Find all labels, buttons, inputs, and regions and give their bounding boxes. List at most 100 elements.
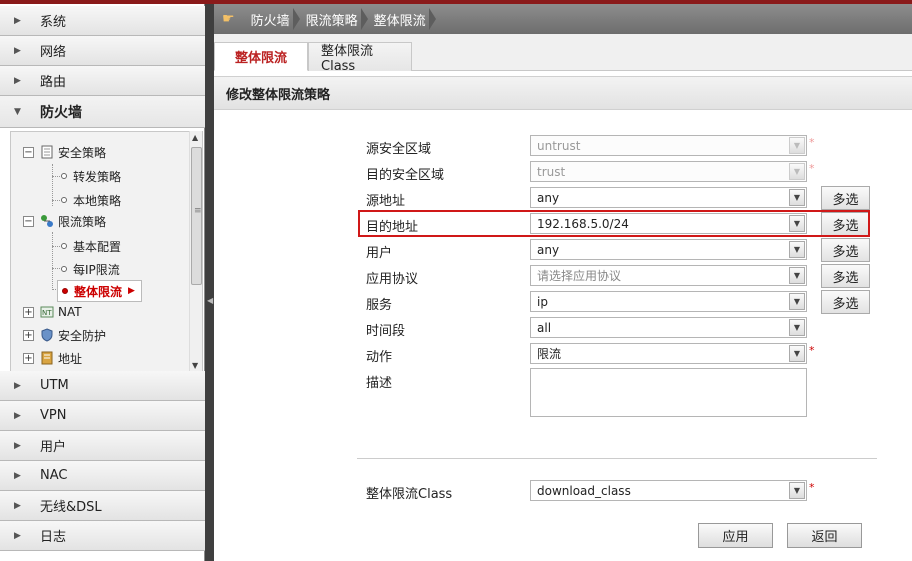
sidebar: ▶ 系统 ▶ 网络 ▶ 路由 ▼ 防火墙 − 安全策略 转发策略 本地策略 − … (0, 4, 205, 561)
chevron-down-icon[interactable]: ▼ (789, 267, 805, 284)
expand-arrow-icon: ▶ (14, 45, 21, 56)
document-icon (40, 145, 54, 159)
chevron-down-icon[interactable]: ▼ (789, 189, 805, 206)
tree-item-per-ip-limit[interactable]: 每IP限流 (61, 259, 120, 279)
sidebar-section-user[interactable]: ▶ 用户 (0, 431, 205, 461)
dst-zone-select: trust ▼ (530, 161, 807, 182)
collapse-panel-icon[interactable]: ◀ (207, 296, 213, 306)
expand-arrow-icon: ▶ (14, 470, 21, 481)
service-label: 服务 (366, 298, 393, 313)
rate-limit-icon (40, 214, 54, 228)
dst-zone-label: 目的安全区域 (366, 168, 445, 183)
breadcrumb-item[interactable]: 整体限流 (366, 4, 436, 34)
schedule-select[interactable]: all ▼ (530, 317, 807, 338)
chevron-down-icon: ▼ (789, 137, 805, 154)
breadcrumb-item[interactable]: 限流策略 (298, 4, 368, 34)
highlight-box (358, 210, 870, 237)
chevron-down-icon[interactable]: ▼ (789, 241, 805, 258)
tree-item-nat[interactable]: + NT NAT (23, 302, 82, 322)
main-content: ☛ 防火墙 限流策略 整体限流 整体限流 整体限流Class 修改整体限流策略 … (214, 4, 912, 561)
tree-item-security-protection[interactable]: + 安全防护 (23, 325, 106, 345)
expand-icon[interactable]: + (23, 329, 34, 341)
expand-arrow-icon: ▶ (14, 500, 21, 511)
required-mark: * (809, 136, 815, 149)
app-multi-button[interactable]: 多选 (821, 264, 870, 288)
tree-item-local-policy[interactable]: 本地策略 (61, 190, 121, 210)
src-addr-select[interactable]: any ▼ (530, 187, 807, 208)
expand-arrow-icon: ▶ (14, 440, 21, 451)
sidebar-section-routing[interactable]: ▶ 路由 (0, 66, 205, 96)
breadcrumb: ☛ 防火墙 限流策略 整体限流 (214, 4, 912, 34)
expand-icon[interactable]: + (23, 352, 34, 364)
src-addr-label: 源地址 (366, 194, 406, 209)
apply-button[interactable]: 应用 (698, 523, 773, 548)
svg-text:NT: NT (42, 309, 52, 317)
sidebar-section-utm[interactable]: ▶ UTM (0, 371, 205, 401)
nat-icon: NT (40, 305, 54, 319)
action-select[interactable]: 限流 ▼ (530, 343, 807, 364)
limit-class-label: 整体限流Class (366, 487, 453, 502)
sidebar-section-system[interactable]: ▶ 系统 (0, 6, 205, 36)
tree-item-rate-limit-policy[interactable]: − 限流策略 (23, 211, 106, 231)
user-select[interactable]: any ▼ (530, 239, 807, 260)
chevron-down-icon[interactable]: ▼ (789, 319, 805, 336)
sidebar-section-network[interactable]: ▶ 网络 (0, 36, 205, 66)
app-select[interactable]: 请选择应用协议 ▼ (530, 265, 807, 286)
src-zone-label: 源安全区域 (366, 142, 432, 157)
src-zone-select: untrust ▼ (530, 135, 807, 156)
scroll-down-icon[interactable]: ▼ (192, 361, 198, 370)
expand-icon[interactable]: + (23, 306, 34, 318)
panel-splitter[interactable]: ◀ (205, 4, 214, 561)
tab-bar: 整体限流 整体限流Class (214, 34, 912, 77)
tree-item-security-policy[interactable]: − 安全策略 (23, 142, 106, 162)
firewall-tree: − 安全策略 转发策略 本地策略 − 限流策略 基本配置 每IP限流 整体限流 (10, 131, 203, 372)
scroll-up-icon[interactable]: ▲ (192, 133, 198, 142)
selected-arrow-icon: ▶ (128, 286, 135, 296)
sidebar-section-firewall[interactable]: ▼ 防火墙 (0, 96, 205, 128)
divider (357, 458, 877, 459)
app-label: 应用协议 (366, 272, 419, 287)
collapse-icon[interactable]: − (23, 146, 34, 158)
page-title: 修改整体限流策略 (214, 76, 912, 110)
breadcrumb-item[interactable]: 防火墙 (243, 4, 300, 34)
collapse-icon[interactable]: − (23, 215, 34, 227)
tab-overall-limit-class[interactable]: 整体限流Class (308, 42, 412, 74)
expand-arrow-icon: ▶ (14, 380, 21, 391)
schedule-label: 时间段 (366, 324, 406, 339)
action-label: 动作 (366, 350, 393, 365)
pointing-hand-icon: ☛ (222, 11, 235, 27)
user-multi-button[interactable]: 多选 (821, 238, 870, 262)
limit-class-select[interactable]: download_class ▼ (530, 480, 807, 501)
tree-scrollbar[interactable]: ▲ ≡ ▼ (189, 131, 202, 372)
sidebar-section-nac[interactable]: ▶ NAC (0, 461, 205, 491)
service-multi-button[interactable]: 多选 (821, 290, 870, 314)
back-button[interactable]: 返回 (787, 523, 862, 548)
service-select[interactable]: ip ▼ (530, 291, 807, 312)
description-textarea[interactable] (530, 368, 807, 417)
bullet-icon (61, 173, 67, 179)
required-mark: * (809, 162, 815, 175)
src-addr-multi-button[interactable]: 多选 (821, 186, 870, 210)
collapse-arrow-icon: ▼ (14, 106, 21, 117)
expand-arrow-icon: ▶ (14, 530, 21, 541)
description-label: 描述 (366, 376, 393, 391)
tree-item-forward-policy[interactable]: 转发策略 (61, 166, 121, 186)
chevron-down-icon: ▼ (789, 163, 805, 180)
tree-item-overall-limit[interactable]: 整体限流 ▶ (57, 280, 142, 302)
expand-arrow-icon: ▶ (14, 15, 21, 26)
tree-item-address[interactable]: + 地址 (23, 348, 82, 368)
chevron-down-icon[interactable]: ▼ (789, 345, 805, 362)
bullet-icon (61, 197, 67, 203)
chevron-down-icon[interactable]: ▼ (789, 293, 805, 310)
chevron-down-icon[interactable]: ▼ (789, 482, 805, 499)
user-label: 用户 (366, 246, 393, 261)
sidebar-section-vpn[interactable]: ▶ VPN (0, 401, 205, 431)
expand-arrow-icon: ▶ (14, 75, 21, 86)
scroll-thumb[interactable]: ≡ (191, 147, 202, 285)
tree-item-basic-config[interactable]: 基本配置 (61, 236, 121, 256)
required-mark: * (809, 344, 815, 357)
sidebar-section-log[interactable]: ▶ 日志 (0, 521, 205, 551)
bullet-icon (62, 288, 68, 294)
tab-overall-limit[interactable]: 整体限流 (214, 42, 308, 71)
sidebar-section-wireless-dsl[interactable]: ▶ 无线&DSL (0, 491, 205, 521)
